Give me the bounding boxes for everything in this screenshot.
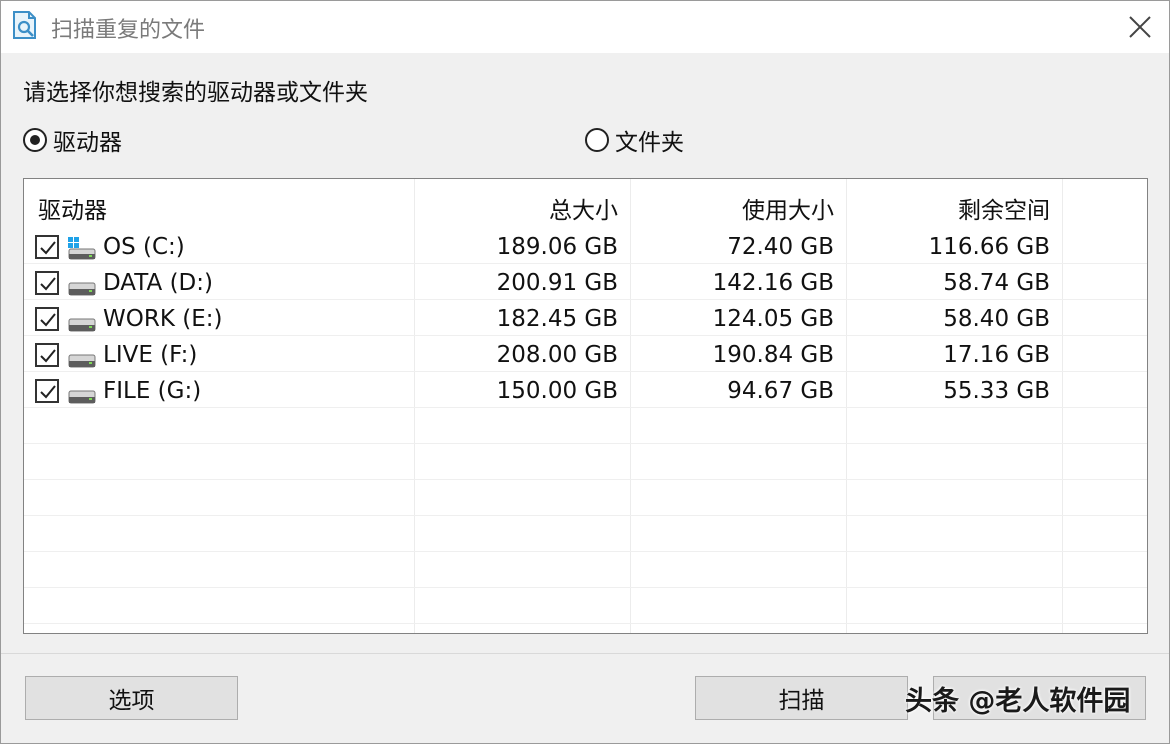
drive-free-space: 116.66 GB bbox=[928, 234, 1050, 260]
column-header-total[interactable]: 总大小 bbox=[549, 191, 618, 225]
hard-drive-icon bbox=[68, 318, 96, 332]
drives-list[interactable]: 驱动器 总大小 使用大小 剩余空间 OS (C:) 189.06 GB 72.4… bbox=[23, 178, 1148, 634]
drive-name: DATA (D:) bbox=[103, 270, 213, 296]
drive-name: WORK (E:) bbox=[103, 306, 223, 332]
row-separator bbox=[24, 623, 1147, 624]
drive-name: OS (C:) bbox=[103, 234, 185, 260]
row-separator bbox=[24, 551, 1147, 552]
table-row[interactable]: FILE (G:) 150.00 GB 94.67 GB 55.33 GB bbox=[24, 375, 1147, 411]
row-separator bbox=[24, 587, 1147, 588]
drive-free-space: 55.33 GB bbox=[943, 378, 1050, 404]
row-separator bbox=[24, 515, 1147, 516]
checkmark-icon bbox=[40, 241, 56, 255]
radio-folders[interactable]: 文件夹 bbox=[585, 123, 684, 157]
table-row[interactable]: OS (C:) 189.06 GB 72.40 GB 116.66 GB bbox=[24, 231, 1147, 267]
drive-used-size: 190.84 GB bbox=[712, 342, 834, 368]
checkmark-icon bbox=[40, 349, 56, 363]
drive-name: LIVE (F:) bbox=[103, 342, 198, 368]
drive-checkbox[interactable] bbox=[35, 379, 59, 403]
windows-drive-icon bbox=[68, 237, 96, 260]
drive-used-size: 94.67 GB bbox=[727, 378, 834, 404]
footer-divider bbox=[1, 653, 1169, 654]
close-icon bbox=[1129, 16, 1151, 38]
scan-file-icon bbox=[13, 11, 36, 39]
watermark: 头条 @老人软件园 bbox=[905, 686, 1131, 717]
radio-drives-indicator[interactable] bbox=[23, 128, 47, 152]
radio-folders-indicator[interactable] bbox=[585, 128, 609, 152]
scan-button[interactable]: 扫描 bbox=[695, 676, 908, 720]
row-separator bbox=[24, 479, 1147, 480]
checkmark-icon bbox=[40, 313, 56, 327]
radio-folders-label: 文件夹 bbox=[615, 130, 684, 156]
hard-drive-icon bbox=[68, 354, 96, 368]
drive-free-space: 58.74 GB bbox=[943, 270, 1050, 296]
drive-name: FILE (G:) bbox=[103, 378, 202, 404]
drive-total-size: 200.91 GB bbox=[496, 270, 618, 296]
radio-drives[interactable]: 驱动器 bbox=[23, 123, 122, 157]
close-button[interactable] bbox=[1117, 7, 1161, 47]
drive-checkbox[interactable] bbox=[35, 235, 59, 259]
drive-used-size: 124.05 GB bbox=[712, 306, 834, 332]
checkmark-icon bbox=[40, 277, 56, 291]
column-header-used[interactable]: 使用大小 bbox=[742, 191, 834, 225]
hard-drive-icon bbox=[68, 282, 96, 296]
select-prompt: 请选择你想搜索的驱动器或文件夹 bbox=[23, 80, 368, 106]
drive-total-size: 182.45 GB bbox=[496, 306, 618, 332]
drive-total-size: 150.00 GB bbox=[496, 378, 618, 404]
options-button[interactable]: 选项 bbox=[25, 676, 238, 720]
drive-used-size: 142.16 GB bbox=[712, 270, 834, 296]
table-row[interactable]: WORK (E:) 182.45 GB 124.05 GB 58.40 GB bbox=[24, 303, 1147, 339]
radio-drives-label: 驱动器 bbox=[53, 130, 122, 156]
column-header-free[interactable]: 剩余空间 bbox=[958, 191, 1050, 225]
table-row[interactable]: DATA (D:) 200.91 GB 142.16 GB 58.74 GB bbox=[24, 267, 1147, 303]
hard-drive-icon bbox=[68, 390, 96, 404]
drive-total-size: 208.00 GB bbox=[496, 342, 618, 368]
drive-free-space: 17.16 GB bbox=[943, 342, 1050, 368]
title-bar: 扫描重复的文件 bbox=[1, 1, 1169, 53]
drive-checkbox[interactable] bbox=[35, 271, 59, 295]
drive-total-size: 189.06 GB bbox=[496, 234, 618, 260]
checkmark-icon bbox=[40, 385, 56, 399]
drive-checkbox[interactable] bbox=[35, 343, 59, 367]
window-title: 扫描重复的文件 bbox=[51, 18, 206, 43]
drive-used-size: 72.40 GB bbox=[727, 234, 834, 260]
scan-duplicates-dialog: 扫描重复的文件 请选择你想搜索的驱动器或文件夹 驱动器 文件夹 驱动器 总大小 … bbox=[0, 0, 1170, 744]
drive-checkbox[interactable] bbox=[35, 307, 59, 331]
row-separator bbox=[24, 443, 1147, 444]
table-row[interactable]: LIVE (F:) 208.00 GB 190.84 GB 17.16 GB bbox=[24, 339, 1147, 375]
column-header-drive[interactable]: 驱动器 bbox=[38, 191, 107, 225]
drive-free-space: 58.40 GB bbox=[943, 306, 1050, 332]
